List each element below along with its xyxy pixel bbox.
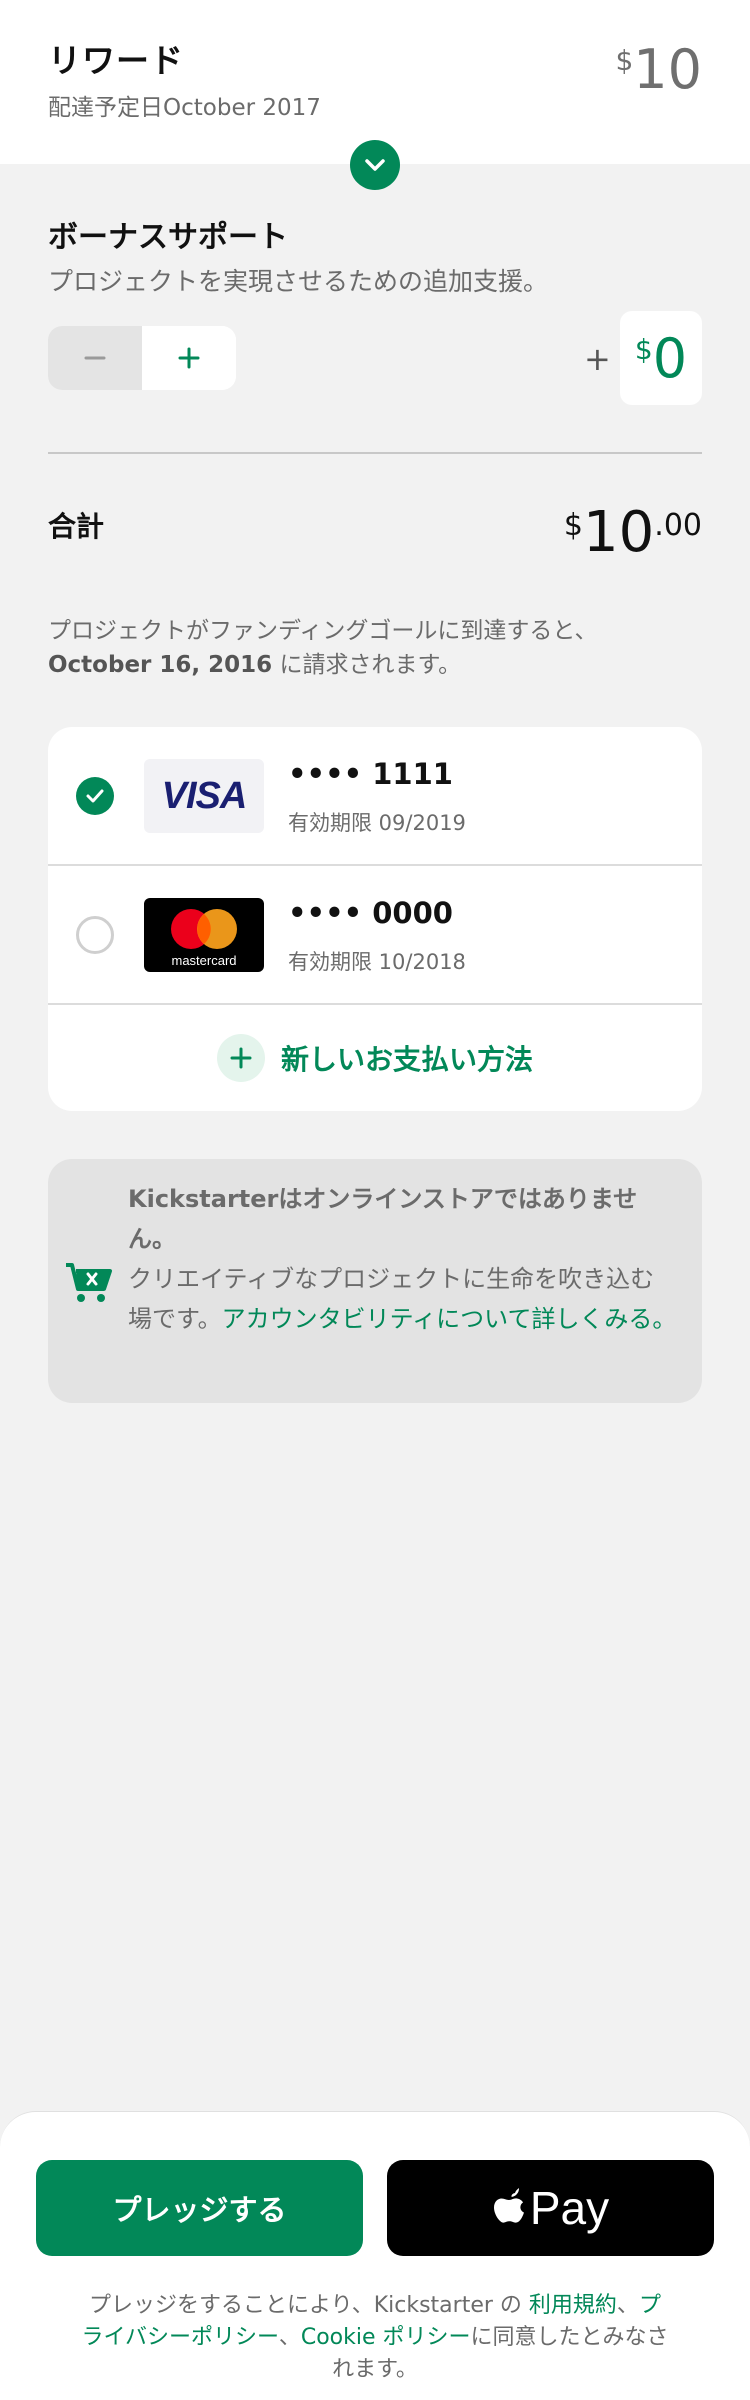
reward-delivery-date: 配達予定日October 2017 [48,95,321,121]
total-label: 合計 [48,510,105,543]
cookie-policy-link[interactable]: Cookie ポリシー [301,2325,471,2350]
add-icon [216,1034,265,1082]
charge-note: プロジェクトがファンディングゴールに到達すると、 October 16, 201… [48,614,698,682]
mastercard-logo: mastercard [144,898,264,972]
payment-card-visa[interactable]: VISA •••• 1111 有効期限 09/2019 [48,727,702,866]
bonus-support-title: ボーナスサポート [48,220,288,255]
unselected-radio[interactable] [76,916,114,954]
bonus-stepper [48,326,236,390]
collapse-reward-button[interactable] [350,140,400,190]
total-currency: $ [563,508,584,543]
selected-radio[interactable] [76,777,114,815]
mastercard-brand: mastercard [171,953,237,968]
bonus-currency: $ [634,333,653,366]
cart-x-icon [66,1263,112,1302]
notice-strong: Kickstarterはオンラインストアではありません。 [128,1185,638,1253]
accountability-link[interactable]: アカウンタビリティについて詳しくみる。 [222,1305,677,1333]
not-a-store-notice: Kickstarterはオンラインストアではありません。 クリエイティブなプロジ… [48,1159,702,1403]
reward-currency: $ [615,44,634,77]
checkmark-icon [86,789,104,803]
legal-prefix: プレッジをすることにより、Kickstarter の [89,2293,529,2318]
bonus-plus-sign: + [584,340,611,378]
section-divider [48,452,702,454]
apple-pay-button[interactable]: Pay [387,2160,714,2256]
increment-button[interactable] [142,326,236,390]
new-payment-method-label: 新しいお支払い方法 [280,1043,533,1076]
pledge-footer: プレッジする Pay プレッジをすることにより、Kickstarter の 利用… [0,2111,750,2400]
charge-note-suffix: に請求されます。 [272,652,462,678]
new-payment-method-button[interactable]: 新しいお支払い方法 [48,1005,702,1111]
apple-pay-label: Pay [529,2182,610,2234]
decrement-button[interactable] [48,326,142,390]
card-number: •••• 0000 [288,896,453,930]
payment-methods: VISA •••• 1111 有効期限 09/2019 mastercard •… [48,727,702,1111]
bonus-amount-value: 0 [652,326,688,390]
charge-date: October 16, 2016 [48,652,273,678]
card-number: •••• 1111 [288,757,453,791]
total-amount: $10.00 [564,500,702,565]
notice-text: Kickstarterはオンラインストアではありません。 クリエイティブなプロジ… [128,1179,678,1339]
legal-text: プレッジをすることにより、Kickstarter の 利用規約、プライバシーポリ… [80,2290,670,2386]
terms-link[interactable]: 利用規約 [529,2293,617,2318]
legal-sep-1: 、 [616,2293,639,2318]
legal-sep-2: 、 [278,2325,301,2350]
chevron-down-icon [365,159,385,171]
visa-logo: VISA [144,759,264,833]
visa-brand: VISA [161,774,248,817]
plus-icon [178,347,200,369]
reward-title: リワード [48,41,184,80]
pledge-button[interactable]: プレッジする [36,2160,363,2256]
total-amount-value: 10 [583,500,655,565]
bonus-amount-field[interactable]: $0 [620,311,702,405]
total-cents: .00 [654,508,702,543]
card-expiry: 有効期限 10/2018 [288,950,466,974]
bonus-support-description: プロジェクトを実現させるための追加支援。 [48,267,549,296]
reward-amount: $10 [615,38,702,101]
apple-icon [493,2188,524,2223]
minus-icon [84,356,106,360]
charge-note-prefix: プロジェクトがファンディングゴールに到達すると、 [48,618,598,644]
card-expiry: 有効期限 09/2019 [288,811,466,835]
reward-amount-value: 10 [633,38,702,101]
payment-card-mastercard[interactable]: mastercard •••• 0000 有効期限 10/2018 [48,866,702,1005]
